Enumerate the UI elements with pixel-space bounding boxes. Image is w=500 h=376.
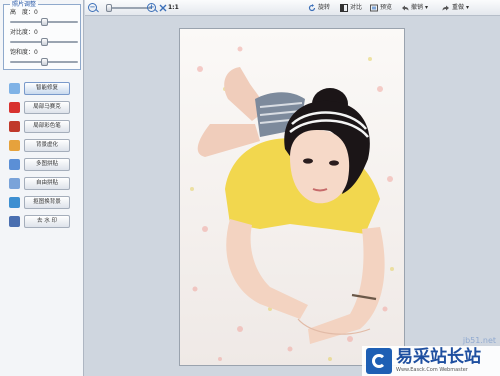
compare-button[interactable]: 对比 xyxy=(340,0,362,16)
color-pen-button[interactable]: 局部彩色笔 xyxy=(24,120,70,133)
free-collage-button[interactable]: 自由拼贴 xyxy=(24,177,70,190)
tool-row-smart-fix: 智能修复 xyxy=(6,80,82,99)
zoom-slider[interactable] xyxy=(93,0,153,16)
watermark-icon xyxy=(9,216,20,227)
grid-icon xyxy=(9,159,20,170)
site-logo-icon xyxy=(366,348,392,374)
undo-dropdown-icon[interactable]: ▾ xyxy=(425,0,428,16)
zoom-in-icon[interactable]: + xyxy=(147,3,156,12)
background-blur-button[interactable]: 背景虚化 xyxy=(24,139,70,152)
heart-icon xyxy=(9,102,20,113)
tool-row-free-collage: 自由拼贴 xyxy=(6,175,82,194)
mosaic-button[interactable]: 局部马赛克 xyxy=(24,101,70,114)
color-wheel-icon xyxy=(9,140,20,151)
tool-row-remove-watermark: 去 水 印 xyxy=(6,213,82,232)
compare-label: 对比 xyxy=(350,4,363,11)
tool-row-multi-collage: 多图拼贴 xyxy=(6,156,82,175)
tool-row-color-pen: 局部彩色笔 xyxy=(6,118,82,137)
landscape-icon xyxy=(9,197,20,208)
zoom-slider-thumb[interactable] xyxy=(106,4,113,12)
cutout-background-button[interactable]: 抠图换背景 xyxy=(24,196,70,209)
zoom-in-symbol: + xyxy=(148,3,155,11)
actual-size-label[interactable]: 1:1 xyxy=(168,0,179,16)
tool-list: 智能修复 局部马赛克 局部彩色笔 背景虚化 多图拼贴 自由拼贴 抠图换背景 去 xyxy=(6,80,82,232)
shield-icon xyxy=(9,121,20,132)
brightness-label: 高 度：0 xyxy=(10,9,38,16)
remove-watermark-button[interactable]: 去 水 印 xyxy=(24,215,70,228)
preview-button[interactable]: 预览 xyxy=(370,0,392,16)
watermark-box: 易采站长站 Www.Easck.Com Webmaster xyxy=(362,346,500,376)
smart-fix-icon xyxy=(9,83,20,94)
photo-adjust-group: 照片调整 高 度：0 对比度：0 饱和度：0 xyxy=(3,1,81,70)
tool-row-background-blur: 背景虚化 xyxy=(6,137,82,156)
rotate-icon xyxy=(308,4,316,12)
saturation-slider-thumb[interactable] xyxy=(41,58,48,66)
collage-icon xyxy=(9,178,20,189)
undo-label: 撤销 xyxy=(411,4,424,11)
undo-icon xyxy=(402,5,409,11)
contrast-slider-thumb[interactable] xyxy=(41,38,48,46)
photo-illustration xyxy=(180,29,404,365)
multi-collage-button[interactable]: 多图拼贴 xyxy=(24,158,70,171)
rotate-button[interactable]: 旋转 xyxy=(308,0,330,16)
saturation-label: 饱和度：0 xyxy=(10,49,38,56)
tool-row-cutout: 抠图换背景 xyxy=(6,194,82,213)
undo-button[interactable]: 撤销 ▾ xyxy=(401,0,428,16)
compare-icon xyxy=(340,4,348,12)
photo-adjust-title: 照片调整 xyxy=(10,1,39,9)
redo-button[interactable]: 重做 ▾ xyxy=(442,0,469,16)
photo-image[interactable] xyxy=(179,28,405,366)
left-panel: 照片调整 高 度：0 对比度：0 饱和度：0 智能修复 局部马赛克 局部彩色笔 … xyxy=(0,0,84,376)
contrast-slider-row: 对比度：0 xyxy=(10,29,78,47)
brightness-slider-thumb[interactable] xyxy=(41,18,48,26)
watermark-subtitle: Www.Easck.Com Webmaster xyxy=(396,367,468,373)
smart-fix-button[interactable]: 智能修复 xyxy=(24,82,70,95)
saturation-slider-row: 饱和度：0 xyxy=(10,49,78,67)
redo-icon xyxy=(442,5,449,11)
watermark-url: jb51.net xyxy=(462,336,496,345)
redo-label: 重做 xyxy=(452,4,465,11)
watermark: jb51.net 易采站长站 Www.Easck.Com Webmaster xyxy=(362,336,500,376)
watermark-site-name: 易采站长站 xyxy=(396,347,481,367)
tool-row-mosaic: 局部马赛克 xyxy=(6,99,82,118)
editing-canvas xyxy=(85,17,500,376)
preview-icon xyxy=(370,4,378,12)
rotate-label: 旋转 xyxy=(318,4,331,11)
toolbar: − + 1:1 旋转 对比 预览 撤销 ▾ 重做 ▾ xyxy=(85,0,500,16)
zoom-slider-track[interactable] xyxy=(107,7,152,9)
preview-label: 预览 xyxy=(380,4,393,11)
contrast-label: 对比度：0 xyxy=(10,29,38,36)
fit-icon[interactable] xyxy=(159,0,167,16)
brightness-slider-row: 高 度：0 xyxy=(10,9,78,27)
redo-dropdown-icon[interactable]: ▾ xyxy=(466,0,469,16)
